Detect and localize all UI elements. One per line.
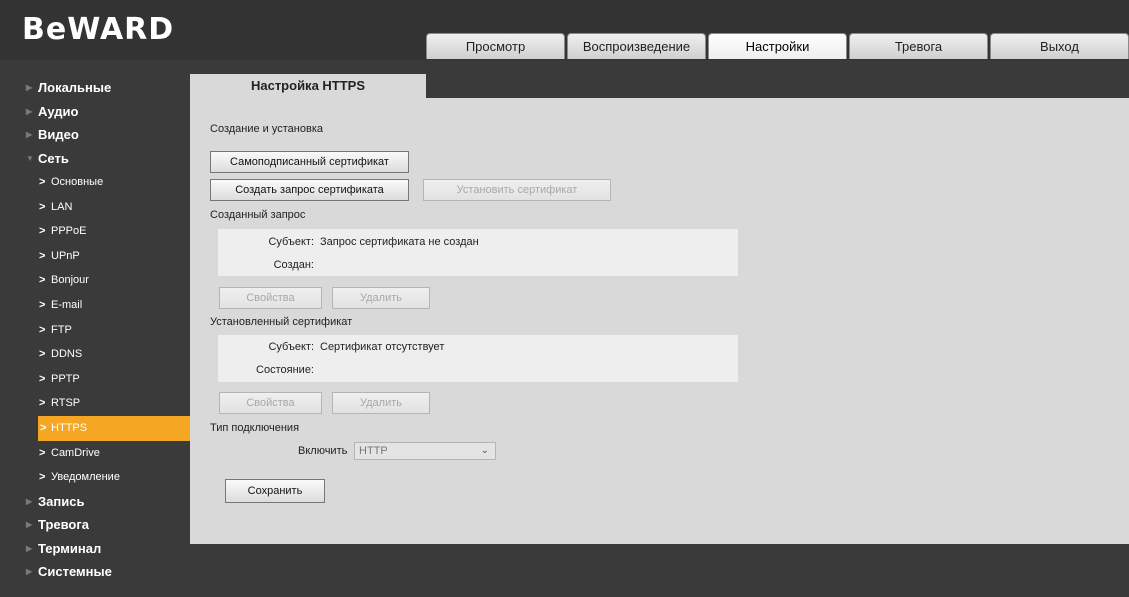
sidebar-subitem-https[interactable]: > HTTPS	[38, 415, 190, 441]
connection-type-value: HTTP	[359, 445, 388, 457]
install-cert-button[interactable]: Установить сертификат	[423, 179, 611, 201]
cert-delete-button[interactable]: Удалить	[332, 392, 430, 414]
chevron-right-icon: >	[39, 397, 46, 410]
tab-alarm[interactable]: Тревога	[849, 33, 988, 59]
sidebar-subitem-ftp[interactable]: > FTP	[0, 318, 190, 343]
request-delete-button[interactable]: Удалить	[332, 287, 430, 309]
tab-settings[interactable]: Настройки	[708, 33, 847, 59]
chevron-down-icon: ⌄	[480, 445, 489, 456]
installed-cert-heading: Установленный сертификат	[210, 316, 353, 328]
request-created-label: Создан:	[273, 259, 314, 271]
section-create-heading: Создание и установка	[210, 123, 323, 135]
connection-type-heading: Тип подключения	[210, 422, 300, 434]
request-subject-label: Субъект:	[268, 236, 314, 248]
cert-properties-button[interactable]: Свойства	[219, 392, 322, 414]
request-properties-button[interactable]: Свойства	[219, 287, 322, 309]
chevron-right-icon: >	[39, 274, 46, 287]
sidebar-subitem-email[interactable]: > E-mail	[0, 293, 190, 318]
sidebar-subitem-notification[interactable]: > Уведомление	[0, 465, 190, 490]
sidebar-subitem-pptp[interactable]: > PPTP	[0, 367, 190, 392]
chevron-right-icon: >	[39, 249, 46, 262]
beward-logo: BeWARD	[22, 12, 175, 47]
sidebar-item-alarm[interactable]: ▶ Тревога	[0, 513, 190, 537]
https-settings-panel: Создание и установка Самоподписанный сер…	[190, 98, 1129, 544]
created-request-heading: Созданный запрос	[210, 209, 306, 221]
tab-view[interactable]: Просмотр	[426, 33, 565, 59]
chevron-right-icon: >	[40, 421, 47, 434]
tab-logout[interactable]: Выход	[990, 33, 1129, 59]
sidebar-subitem-upnp[interactable]: > UPnP	[0, 244, 190, 269]
sidebar-item-video[interactable]: ▶ Видео	[0, 123, 190, 147]
chevron-right-icon: >	[39, 471, 46, 484]
tab-playback[interactable]: Воспроизведение	[567, 33, 706, 59]
sidebar-subitem-camdrive[interactable]: > CamDrive	[0, 441, 190, 466]
header: BeWARD Просмотр Воспроизведение Настройк…	[0, 0, 1129, 60]
chevron-right-icon: >	[39, 200, 46, 213]
chevron-right-icon: >	[39, 298, 46, 311]
page-title: Настройка HTTPS	[190, 74, 426, 98]
chevron-right-icon: >	[39, 225, 46, 238]
save-button[interactable]: Сохранить	[225, 479, 325, 503]
chevron-right-icon: >	[39, 323, 46, 336]
triangle-right-icon: ▶	[26, 520, 33, 530]
sidebar-subitem-bonjour[interactable]: > Bonjour	[0, 268, 190, 293]
triangle-right-icon: ▶	[26, 106, 33, 116]
triangle-down-icon: ▼	[26, 153, 34, 163]
chevron-right-icon: >	[39, 176, 46, 188]
sidebar: ▶ Локальные ▶ Аудио ▶ Видео ▼ Сеть > Основные…	[0, 76, 190, 584]
installed-cert-info: Субъект: Сертификат отсутствует Состояни…	[218, 335, 738, 382]
chevron-right-icon: >	[39, 348, 46, 361]
triangle-right-icon: ▶	[26, 83, 33, 92]
request-subject-value: Запрос сертификата не создан	[320, 236, 479, 248]
chevron-right-icon: >	[39, 372, 46, 385]
sidebar-item-network[interactable]: ▼ Сеть	[0, 147, 190, 171]
cert-state-label: Состояние:	[256, 364, 314, 376]
enable-label: Включить	[298, 445, 348, 457]
sidebar-subitem-ddns[interactable]: > DDNS	[0, 342, 190, 367]
sidebar-subitem-basic[interactable]: > Основные	[0, 170, 190, 195]
connection-type-select[interactable]: HTTP ⌄	[354, 442, 496, 460]
triangle-right-icon: ▶	[26, 496, 33, 506]
self-signed-cert-button[interactable]: Самоподписанный сертификат	[210, 151, 409, 173]
triangle-right-icon: ▶	[26, 543, 33, 553]
sidebar-subitem-lan[interactable]: > LAN	[0, 195, 190, 220]
sidebar-item-local[interactable]: ▶ Локальные	[0, 76, 190, 100]
cert-subject-label: Субъект:	[268, 341, 314, 353]
sidebar-item-recording[interactable]: ▶ Запись	[0, 490, 190, 514]
chevron-right-icon: >	[39, 446, 46, 459]
sidebar-item-system[interactable]: ▶ Системные	[0, 560, 190, 584]
triangle-right-icon: ▶	[26, 567, 33, 577]
created-request-info: Субъект: Запрос сертификата не создан Со…	[218, 229, 738, 276]
sidebar-item-terminal[interactable]: ▶ Терминал	[0, 537, 190, 561]
sidebar-item-audio[interactable]: ▶ Аудио	[0, 100, 190, 124]
sidebar-subitem-pppoe[interactable]: > PPPoE	[0, 219, 190, 244]
triangle-right-icon: ▶	[26, 130, 33, 139]
cert-subject-value: Сертификат отсутствует	[320, 341, 445, 353]
sidebar-subitem-rtsp[interactable]: > RTSP	[0, 391, 190, 416]
create-request-button[interactable]: Создать запрос сертификата	[210, 179, 409, 201]
